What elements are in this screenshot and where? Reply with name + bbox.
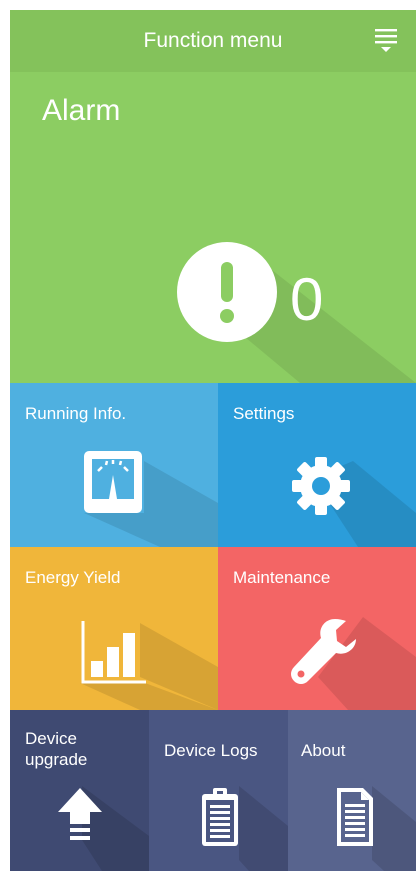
wrench-icon	[291, 619, 356, 684]
settings-label: Settings	[233, 404, 295, 423]
device-upgrade-label-line2: upgrade	[25, 750, 88, 769]
alarm-title: Alarm	[42, 94, 121, 127]
device-upgrade-tile[interactable]: Device upgrade	[10, 710, 149, 871]
function-menu-screen: Function menu Alarm 0 Running Info. Sett…	[10, 10, 416, 871]
device-upgrade-label-line1: Device	[25, 729, 77, 748]
device-logs-tile[interactable]: Device Logs	[149, 710, 288, 871]
energy-yield-label: Energy Yield	[25, 568, 121, 587]
meter-icon	[84, 451, 142, 513]
settings-tile[interactable]: Settings	[218, 383, 416, 547]
alarm-count: 0	[290, 266, 324, 333]
upload-arrow-icon	[58, 788, 102, 840]
about-tile[interactable]: About	[288, 710, 416, 871]
energy-yield-tile[interactable]: Energy Yield	[10, 547, 218, 710]
maintenance-label: Maintenance	[233, 568, 331, 587]
alarm-tile[interactable]: Alarm 0	[10, 72, 416, 383]
device-upgrade-label: Device upgrade	[25, 728, 87, 770]
clipboard-icon	[202, 788, 238, 846]
device-logs-label: Device Logs	[164, 741, 258, 760]
maintenance-tile[interactable]: Maintenance	[218, 547, 416, 710]
header-bar: Function menu	[10, 10, 416, 72]
document-icon	[337, 788, 373, 846]
page-title: Function menu	[143, 29, 283, 52]
running-info-label: Running Info.	[25, 404, 127, 423]
running-info-tile[interactable]: Running Info.	[10, 383, 218, 547]
gear-icon	[292, 457, 350, 515]
about-label: About	[301, 741, 346, 760]
bar-chart-icon	[81, 621, 146, 684]
exclamation-icon	[177, 242, 277, 342]
hamburger-menu-icon[interactable]	[374, 26, 398, 54]
